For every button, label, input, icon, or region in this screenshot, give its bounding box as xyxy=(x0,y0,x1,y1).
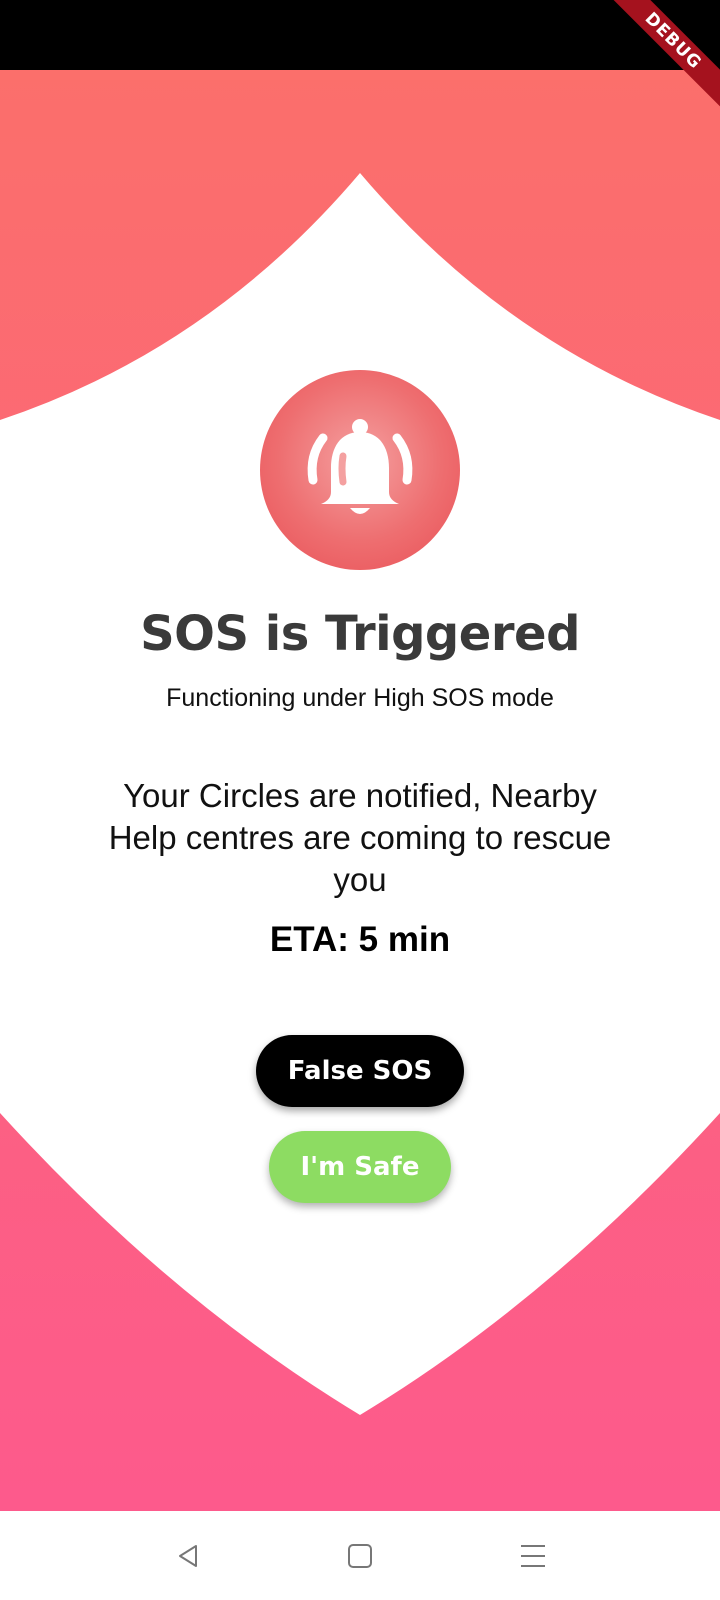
false-sos-button[interactable]: False SOS xyxy=(256,1035,464,1107)
home-icon[interactable] xyxy=(330,1511,390,1600)
mode-subtitle: Functioning under High SOS mode xyxy=(166,684,554,712)
status-bar xyxy=(0,0,720,70)
page-title: SOS is Triggered xyxy=(140,606,580,662)
rescue-notice: Your Circles are notified, Nearby Help c… xyxy=(108,777,612,898)
alarm-bell-icon xyxy=(295,408,425,533)
menu-icon[interactable] xyxy=(503,1511,563,1600)
back-icon[interactable] xyxy=(158,1511,218,1600)
eta-label: ETA: 5 min xyxy=(269,920,451,959)
alarm-circle xyxy=(260,370,460,570)
navigation-bar xyxy=(0,1511,720,1600)
im-safe-button[interactable]: I'm Safe xyxy=(269,1131,451,1203)
